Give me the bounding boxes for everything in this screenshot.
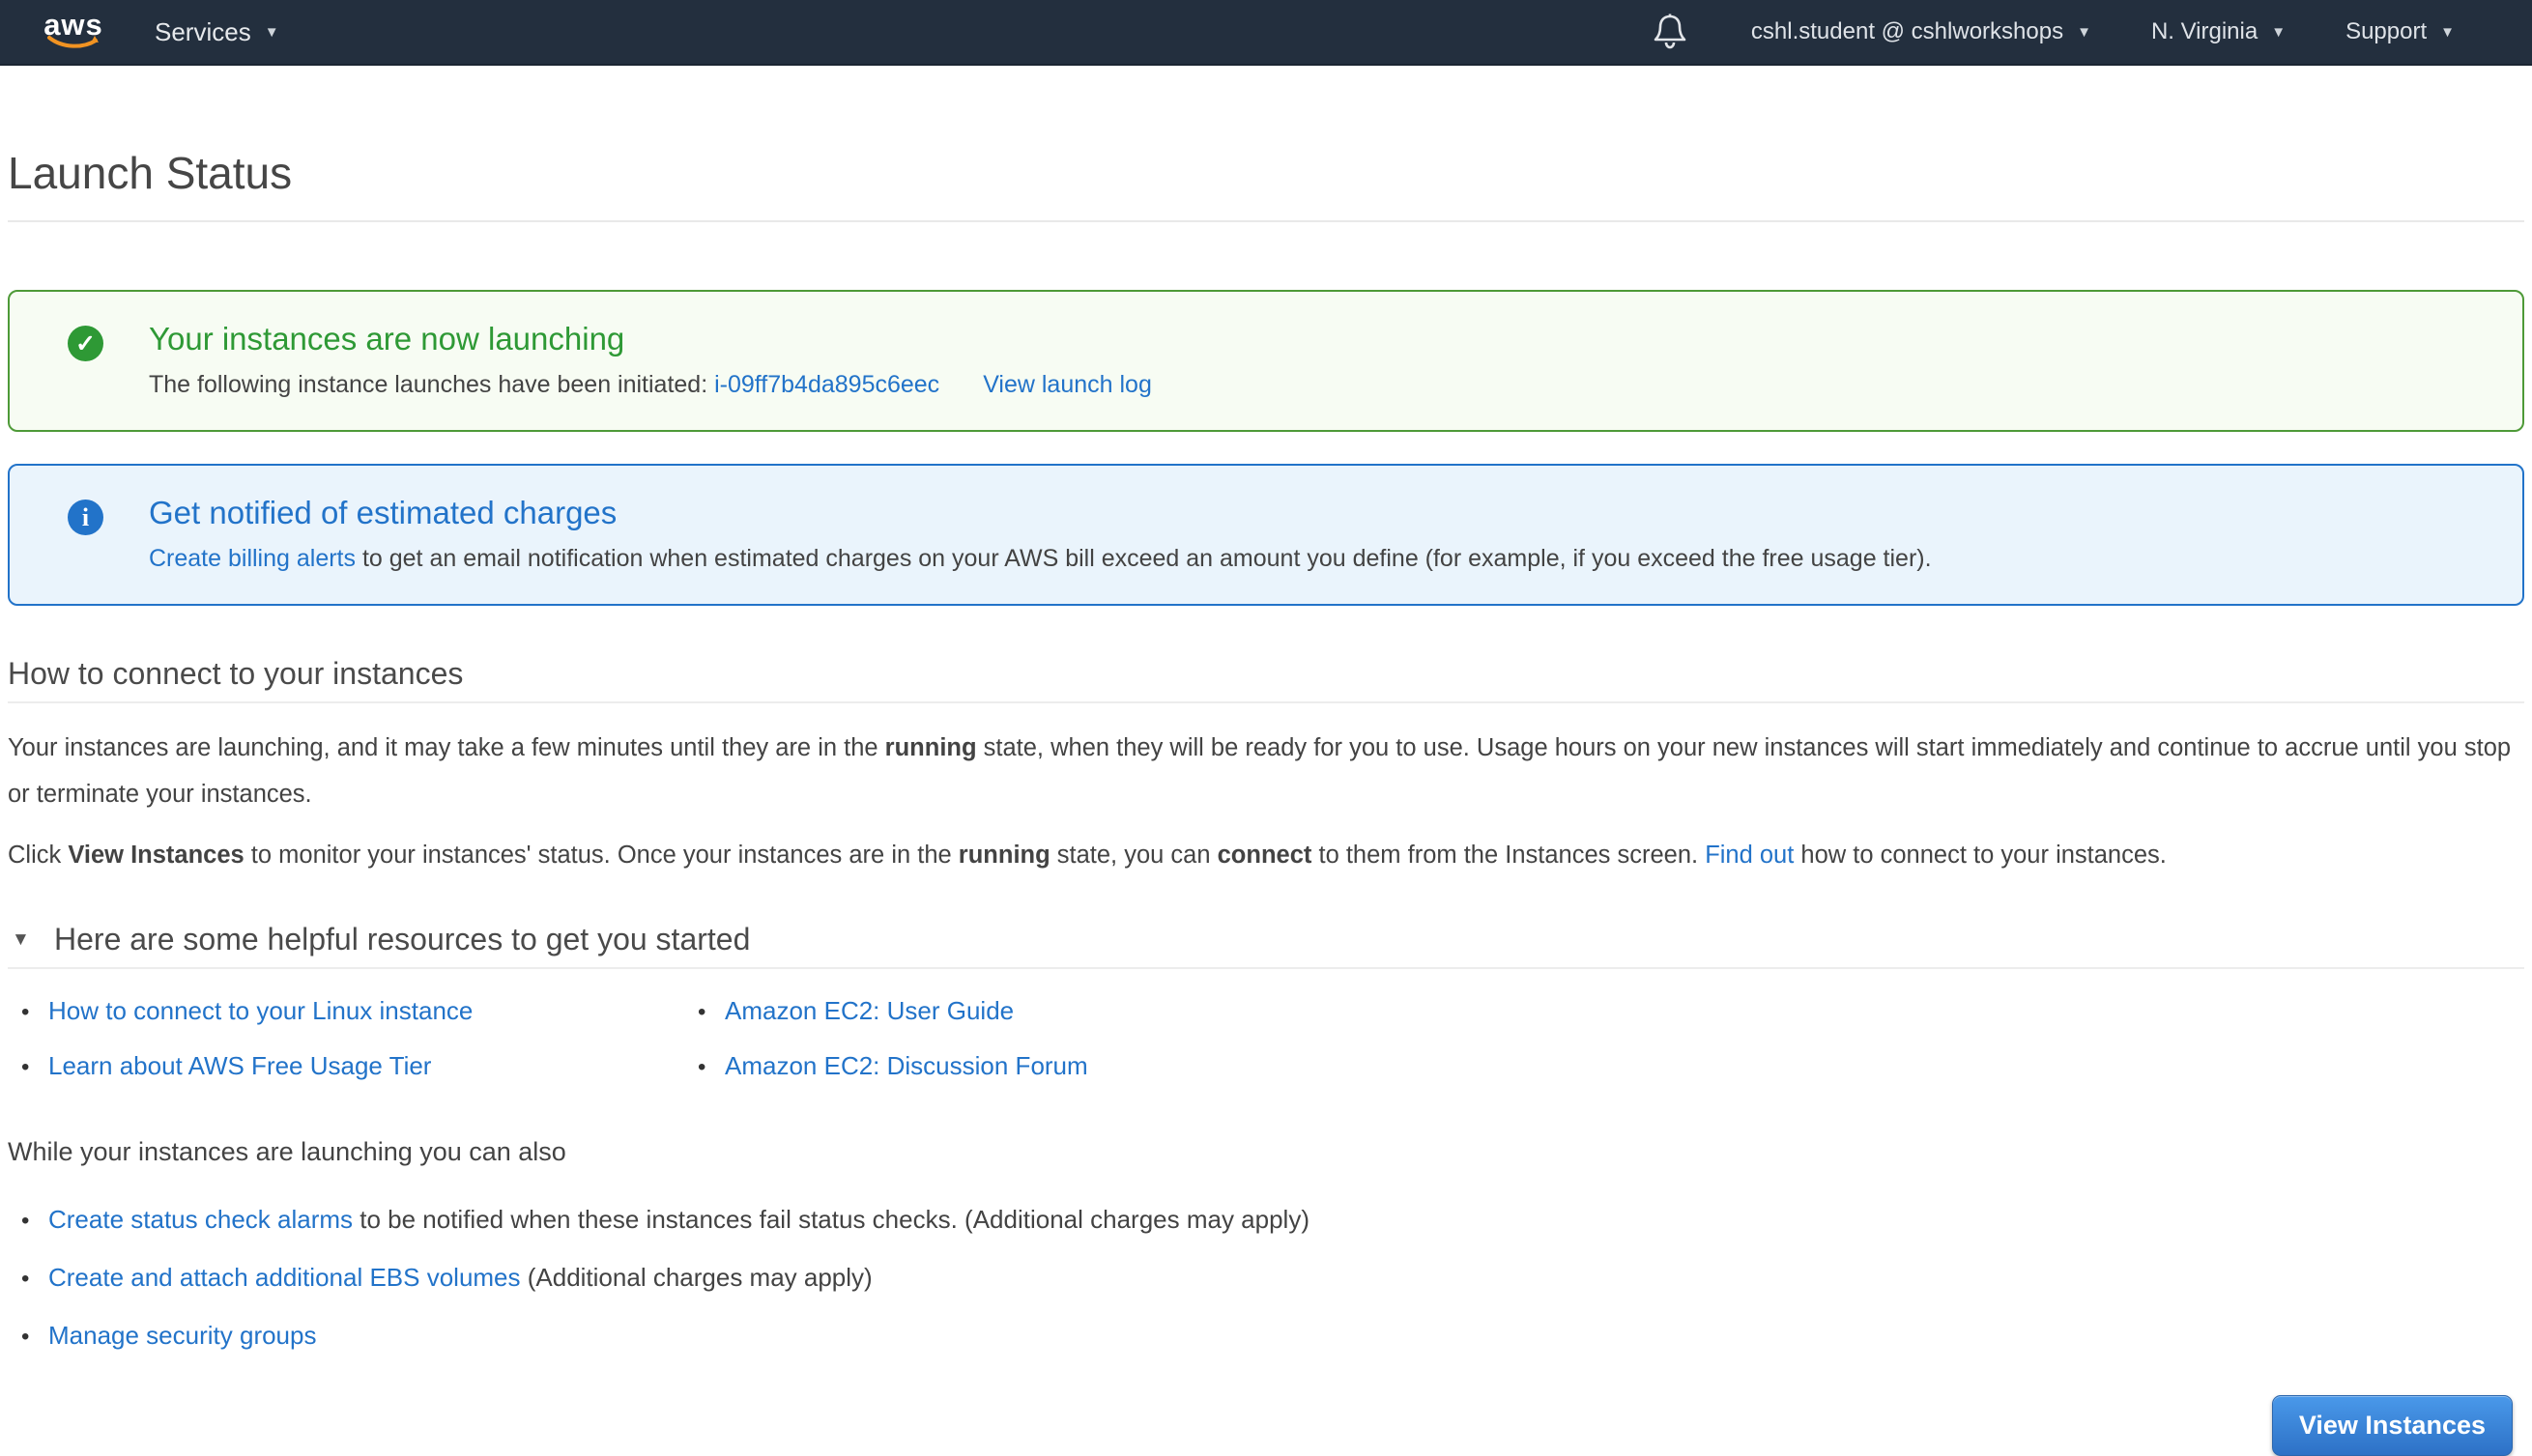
list-item: • Learn about AWS Free Usage Tier <box>8 1051 684 1081</box>
while-launching-list: • Create status check alarms to be notif… <box>8 1202 2524 1355</box>
p2-bold-view-instances: View Instances <box>68 842 245 869</box>
link-ec2-discussion-forum[interactable]: Amazon EC2: Discussion Forum <box>725 1051 1088 1081</box>
collapse-caret-icon: ▼ <box>12 928 30 950</box>
list-item-rest: to be notified when these instances fail… <box>353 1205 1309 1234</box>
link-ec2-user-guide[interactable]: Amazon EC2: User Guide <box>725 996 1014 1026</box>
link-connect-linux-instance[interactable]: How to connect to your Linux instance <box>48 996 473 1026</box>
main-content: Launch Status ✓ Your instances are now l… <box>8 147 2524 1456</box>
bullet-icon: • <box>21 999 30 1025</box>
resources-heading: Here are some helpful resources to get y… <box>54 922 751 956</box>
bullet-icon: • <box>21 1324 30 1350</box>
region-menu[interactable]: N. Virginia ▼ <box>2151 18 2286 45</box>
resources-list: • How to connect to your Linux instance … <box>8 996 2524 1081</box>
title-divider <box>8 220 2524 222</box>
connect-paragraph-2: Click View Instances to monitor your ins… <box>8 837 2524 873</box>
bullet-icon: • <box>21 1266 30 1292</box>
list-item-text: Create status check alarms to be notifie… <box>48 1202 1309 1237</box>
info-alert-body: Create billing alerts to get an email no… <box>149 545 1932 573</box>
connect-section-divider <box>8 701 2524 703</box>
chevron-down-icon: ▼ <box>2440 23 2455 41</box>
create-status-check-alarms-link[interactable]: Create status check alarms <box>48 1205 353 1234</box>
chevron-down-icon: ▼ <box>264 23 279 41</box>
chevron-down-icon: ▼ <box>2077 23 2091 41</box>
p2-text: Click <box>8 842 69 869</box>
connect-section-heading: How to connect to your instances <box>8 656 464 691</box>
create-billing-alerts-link[interactable]: Create billing alerts <box>149 545 356 572</box>
region-label: N. Virginia <box>2150 18 2259 44</box>
p2-text: state, you can <box>1050 842 1218 869</box>
view-instances-button[interactable]: View Instances <box>2271 1395 2513 1456</box>
info-alert-content: Get notified of estimated charges Create… <box>149 495 1932 573</box>
services-menu[interactable]: Services ▼ <box>155 17 279 47</box>
connect-paragraph-1: Your instances are launching, and it may… <box>8 725 2524 817</box>
nav-right-group: cshl.student @ cshlworkshops ▼ N. Virgin… <box>1653 13 2455 51</box>
manage-security-groups-link[interactable]: Manage security groups <box>48 1321 316 1350</box>
aws-smile-icon <box>47 36 99 48</box>
success-body-prefix: The following instance launches have bee… <box>149 371 715 398</box>
info-icon: i <box>68 500 103 535</box>
bullet-icon: • <box>21 1208 30 1234</box>
list-item: • Create and attach additional EBS volum… <box>8 1260 2524 1297</box>
notifications-bell-button[interactable] <box>1653 13 1687 51</box>
p1-bold-running: running <box>884 734 977 761</box>
account-label: cshl.student @ cshlworkshops <box>1750 18 2064 44</box>
list-item: • How to connect to your Linux instance <box>8 996 684 1026</box>
resources-collapse-header[interactable]: ▼ Here are some helpful resources to get… <box>8 922 2524 957</box>
account-menu[interactable]: cshl.student @ cshlworkshops ▼ <box>1751 18 2091 45</box>
info-alert-title: Get notified of estimated charges <box>149 495 618 530</box>
aws-logo[interactable]: aws <box>43 10 104 51</box>
info-glyph: i <box>81 502 90 531</box>
bullet-icon: • <box>698 999 706 1025</box>
success-alert-body: The following instance launches have bee… <box>149 371 1152 399</box>
info-body-text: to get an email notification when estima… <box>356 545 1932 572</box>
while-launching-heading: While your instances are launching you c… <box>8 1137 566 1166</box>
launch-success-alert: ✓ Your instances are now launching The f… <box>8 290 2524 432</box>
chevron-down-icon: ▼ <box>2271 23 2287 41</box>
p2-bold-connect: connect <box>1217 842 1312 869</box>
footer-actions: View Instances <box>8 1395 2513 1456</box>
instance-id-link[interactable]: i-09ff7b4da895c6eec <box>714 371 939 398</box>
list-item: • Amazon EC2: Discussion Forum <box>684 1051 2524 1081</box>
check-glyph: ✓ <box>75 329 96 357</box>
list-item: • Manage security groups <box>8 1318 2524 1355</box>
success-alert-content: Your instances are now launching The fol… <box>149 321 1152 399</box>
bullet-icon: • <box>21 1054 30 1080</box>
bell-icon <box>1654 14 1686 49</box>
top-navigation-bar: aws Services ▼ cshl.student @ cshlworksh… <box>0 0 2532 66</box>
billing-info-alert: i Get notified of estimated charges Crea… <box>8 464 2524 606</box>
find-out-link[interactable]: Find out <box>1705 842 1794 869</box>
list-item: • Create status check alarms to be notif… <box>8 1202 2524 1239</box>
list-item-text: Create and attach additional EBS volumes… <box>48 1260 873 1295</box>
list-item-rest: (Additional charges may apply) <box>520 1263 873 1292</box>
success-check-icon: ✓ <box>68 326 103 361</box>
bullet-icon: • <box>698 1054 706 1080</box>
p2-text: how to connect to your instances. <box>1794 842 2167 869</box>
list-item-text: Manage security groups <box>48 1318 316 1353</box>
success-alert-title: Your instances are now launching <box>149 321 625 357</box>
services-label: Services <box>155 16 251 46</box>
p2-text: to them from the Instances screen. <box>1311 842 1706 869</box>
view-launch-log-link[interactable]: View launch log <box>983 371 1152 398</box>
page-title: Launch Status <box>8 148 293 198</box>
p1-text: Your instances are launching, and it may… <box>8 734 885 761</box>
p2-text: to monitor your instances' status. Once … <box>244 842 959 869</box>
create-ebs-volumes-link[interactable]: Create and attach additional EBS volumes <box>48 1263 521 1292</box>
list-item: • Amazon EC2: User Guide <box>684 996 2524 1026</box>
support-label: Support <box>2345 18 2428 44</box>
p2-bold-running: running <box>958 842 1050 869</box>
support-menu[interactable]: Support ▼ <box>2345 18 2455 45</box>
resources-divider <box>8 967 2524 969</box>
link-free-usage-tier[interactable]: Learn about AWS Free Usage Tier <box>48 1051 431 1081</box>
